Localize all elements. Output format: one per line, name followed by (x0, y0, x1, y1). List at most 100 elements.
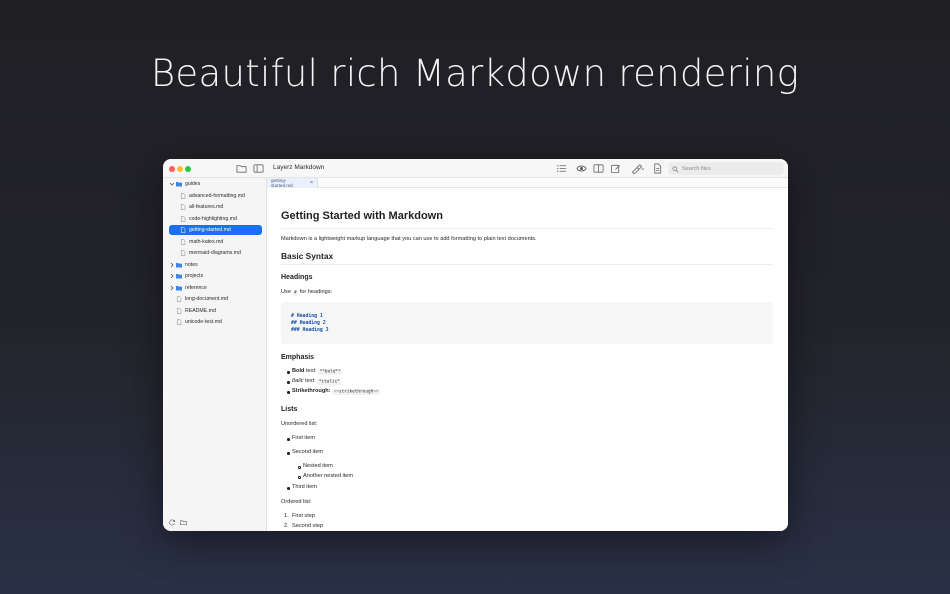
refresh-icon[interactable] (169, 519, 176, 526)
search-field[interactable] (668, 162, 784, 175)
folder-icon (176, 262, 182, 268)
file-icon (180, 239, 186, 245)
doc-heading-headings: Headings (281, 274, 313, 281)
minimize-window-button[interactable] (177, 166, 183, 172)
close-window-button[interactable] (169, 166, 175, 172)
tree-folder-projects[interactable]: projects (169, 271, 203, 281)
file-icon (180, 204, 186, 210)
tree-label: notes (185, 262, 198, 268)
folder-icon (176, 181, 182, 187)
file-icon (176, 296, 182, 302)
split-view-icon[interactable] (593, 163, 604, 174)
hero-title: Beautiful rich Markdown rendering (150, 52, 800, 95)
tree-label: guides (185, 181, 201, 187)
tab-getting-started[interactable]: getting-started.md × (267, 178, 318, 188)
chevron-right-icon[interactable] (169, 273, 175, 279)
emphasis-suffix: text: (305, 378, 316, 384)
code-block: # Heading 1 ## Heading 2 ### Heading 3 (281, 302, 773, 344)
emphasis-suffix: text: (306, 368, 317, 374)
tree-file-mermaid-diagrams[interactable]: mermaid-diagrams.md (180, 248, 241, 258)
doc-heading-emphasis: Emphasis (281, 354, 315, 361)
edit-icon[interactable] (610, 163, 621, 174)
search-input[interactable] (682, 165, 782, 172)
chevron-down-icon[interactable] (169, 181, 175, 187)
ordered-number: 2. (284, 523, 289, 529)
tree-file-long-document[interactable]: long-document.md (176, 294, 228, 304)
ordered-number: 1. (284, 513, 289, 519)
tree-label: advanced-formatting.md (189, 193, 245, 199)
list-item: Third item (292, 484, 317, 490)
app-title: Layerz Markdown (273, 164, 325, 171)
doc-heading-basic-syntax: Basic Syntax (281, 251, 773, 265)
emphasis-label: Bold (292, 368, 305, 374)
file-icon (180, 193, 186, 199)
app-window: Layerz Markdown guides (163, 159, 788, 531)
file-icon (180, 216, 186, 222)
nested-bullet (298, 476, 301, 479)
chevron-right-icon[interactable] (169, 262, 175, 268)
search-icon (672, 160, 679, 178)
tree-label: mermaid-diagrams.md (189, 250, 241, 256)
code-line: # Heading 1 (291, 314, 323, 319)
emphasis-label: Strikethrough: (292, 388, 331, 394)
tree-file-code-highlighting[interactable]: code-highlighting.md (180, 214, 237, 224)
tab-close-button[interactable]: × (310, 180, 313, 186)
eye-icon[interactable] (576, 163, 587, 174)
tree-file-unicode-test[interactable]: unicode-test.md (176, 317, 222, 327)
list-item: First item (292, 435, 315, 441)
sidebar-toggle-icon[interactable] (253, 163, 264, 174)
ordered-label: Ordered list: (281, 499, 312, 505)
ordered-item: First step (292, 513, 316, 519)
code-line: ## Heading 2 (291, 321, 326, 326)
file-icon (180, 227, 186, 233)
tab-label: getting-started.md (271, 178, 293, 188)
nested-bullet (298, 466, 301, 469)
tree-file-all-features[interactable]: all-features.md (180, 202, 223, 212)
tree-folder-notes[interactable]: notes (169, 260, 198, 270)
tree-label: reference (185, 285, 207, 291)
tree-label: long-document.md (185, 296, 228, 302)
code-line: ### Heading 3 (291, 328, 329, 333)
emphasis-italic-item: Italic text: *italic* (292, 378, 342, 385)
file-sidebar: guides advanced-formatting.md all-featur… (163, 178, 267, 531)
inline-code: ~~strikethrough~~ (332, 388, 381, 395)
chevron-right-icon[interactable] (169, 285, 175, 291)
tree-label: README.md (185, 308, 216, 314)
list-icon[interactable] (556, 163, 567, 174)
tree-folder-reference[interactable]: reference (169, 283, 207, 293)
title-bar: Layerz Markdown (163, 159, 788, 178)
open-folder-icon[interactable] (180, 519, 187, 526)
tree-label: unicode-test.md (185, 319, 222, 325)
emphasis-label: Italic (292, 378, 304, 384)
bullet (287, 438, 290, 441)
bullet (287, 452, 290, 455)
tree-label: math-katex.md (189, 239, 224, 245)
file-icon (180, 250, 186, 256)
unordered-label: Unordered list: (281, 421, 318, 427)
nested-list-item: Nested item (303, 463, 333, 469)
tree-file-getting-started[interactable]: getting-started.md (169, 225, 262, 235)
document-icon[interactable] (652, 163, 663, 174)
tree-file-advanced-formatting[interactable]: advanced-formatting.md (180, 191, 245, 201)
use-suffix: for headings: (299, 289, 333, 295)
inline-code: **bold** (318, 368, 343, 375)
tree-file-math-katex[interactable]: math-katex.md (180, 237, 223, 247)
tree-label: projects (185, 273, 204, 279)
zoom-window-button[interactable] (185, 166, 191, 172)
tree-file-readme[interactable]: README.md (176, 306, 216, 316)
file-icon (176, 308, 182, 314)
tab-bar: getting-started.md × (267, 178, 788, 188)
bullet (287, 371, 290, 374)
folder-icon[interactable] (236, 163, 247, 174)
bullet (287, 391, 290, 394)
doc-heading-lists: Lists (281, 406, 298, 413)
brush-icon[interactable] (630, 163, 645, 174)
nested-list-item: Another nested item (303, 473, 354, 479)
tree-label: getting-started.md (189, 227, 231, 233)
tree-folder-guides[interactable]: guides (169, 179, 200, 189)
sidebar-footer (169, 519, 187, 526)
preview-pane: Getting Started with Markdown Markdown i… (267, 188, 788, 531)
bullet (287, 381, 290, 384)
doc-heading-1: Getting Started with Markdown (281, 210, 773, 229)
bullet (287, 487, 290, 490)
